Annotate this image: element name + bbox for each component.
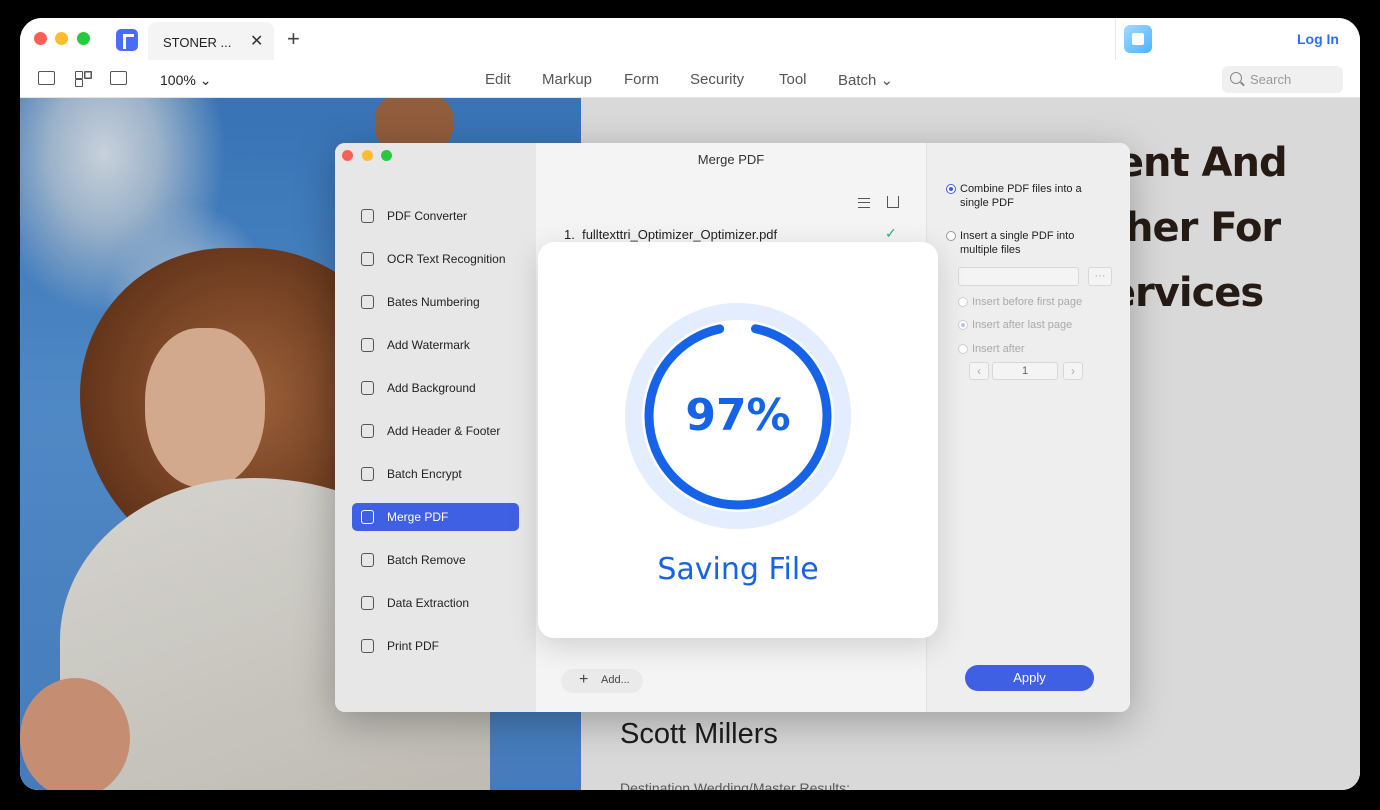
- saving-status: Saving File: [657, 552, 819, 587]
- check-icon: ✓: [885, 225, 897, 241]
- export-icon: [361, 596, 374, 610]
- combine-radio[interactable]: [946, 184, 956, 194]
- toolbar: 100% ⌄ Edit Markup Form Security Tool Ba…: [20, 60, 1360, 98]
- thumbnails-icon[interactable]: [75, 71, 92, 87]
- app-window: STONER ... ✕ + Log In 100% ⌄ Edit Markup…: [20, 18, 1360, 790]
- app-logo-icon: [116, 29, 138, 51]
- insert-before-first-label: Insert before first page: [972, 296, 1083, 308]
- insert-before-first-radio[interactable]: [958, 297, 968, 307]
- header-footer-icon: [361, 424, 374, 438]
- maximize-window-button[interactable]: [77, 32, 90, 45]
- dialog-title: Merge PDF: [697, 152, 765, 167]
- document-tab[interactable]: STONER ... ✕: [148, 22, 274, 60]
- sidebar-item-pdf-converter[interactable]: PDF Converter: [352, 202, 519, 230]
- sidebar-item-print-pdf[interactable]: Print PDF: [352, 632, 519, 660]
- menu-tool[interactable]: Tool: [779, 71, 807, 88]
- sidebar-item-label: Bates Numbering: [387, 295, 480, 309]
- sidebar-item-bates-numbering[interactable]: Bates Numbering: [352, 288, 519, 316]
- bates-icon: [361, 295, 374, 309]
- plus-icon: +: [579, 671, 589, 688]
- file-name: fulltexttri_Optimizer_Optimizer.pdf: [582, 227, 778, 242]
- target-file-field[interactable]: [958, 267, 1079, 286]
- chevron-down-icon: ⌄: [199, 72, 212, 88]
- insert-after-radio[interactable]: [958, 344, 968, 354]
- dialog-close-button[interactable]: [342, 150, 353, 161]
- sidebar-item-label: Add Background: [387, 381, 476, 395]
- menu-edit[interactable]: Edit: [485, 71, 511, 88]
- list-view-icon[interactable]: [858, 198, 870, 208]
- saving-progress-modal: 97% Saving File: [538, 242, 938, 638]
- progress-percent: 97%: [685, 390, 791, 441]
- watermark-icon: [361, 338, 374, 352]
- insert-after-last-label: Insert after last page: [972, 319, 1073, 331]
- page-number-input[interactable]: 1: [992, 362, 1058, 380]
- close-window-button[interactable]: [34, 32, 47, 45]
- menu-markup[interactable]: Markup: [542, 71, 592, 88]
- tab-title: STONER ...: [163, 35, 232, 50]
- zoom-value: 100%: [160, 72, 196, 88]
- sidebar-item-label: Batch Remove: [387, 553, 466, 567]
- insert-after-label: Insert after: [972, 343, 1025, 355]
- sidebar-item-ocr[interactable]: OCR Text Recognition: [352, 245, 519, 273]
- sidebar-item-header-footer[interactable]: Add Header & Footer: [352, 417, 519, 445]
- sidebar-item-label: Add Header & Footer: [387, 424, 501, 438]
- sidebar-item-label: Data Extraction: [387, 596, 470, 610]
- sidebar-item-label: Print PDF: [387, 639, 440, 653]
- account-avatar-icon[interactable]: [1124, 25, 1152, 53]
- sidebar-item-label: Add Watermark: [387, 338, 470, 352]
- sidebar-item-add-watermark[interactable]: Add Watermark: [352, 331, 519, 359]
- sidebar-item-label: Batch Encrypt: [387, 467, 462, 481]
- search-icon: [1230, 72, 1242, 84]
- printer-icon: [361, 639, 374, 653]
- file-list-item[interactable]: 1. fulltexttri_Optimizer_Optimizer.pdf: [564, 227, 777, 242]
- sidebar-item-merge-pdf[interactable]: Merge PDF: [352, 503, 519, 531]
- search-input[interactable]: Search: [1222, 66, 1343, 93]
- sidebar-item-label: Merge PDF: [387, 510, 449, 524]
- chevron-down-icon: ⌄: [880, 72, 894, 89]
- refresh-icon: [361, 209, 374, 223]
- page-decrement-button[interactable]: ‹: [969, 362, 989, 380]
- title-bar: STONER ... ✕ + Log In: [20, 18, 1360, 60]
- sidebar-item-batch-remove[interactable]: Batch Remove: [352, 546, 519, 574]
- divider: [1115, 18, 1116, 60]
- search-placeholder: Search: [1250, 72, 1292, 87]
- apply-button[interactable]: Apply: [965, 665, 1094, 691]
- batch-sidebar: PDF Converter OCR Text Recognition Bates…: [335, 143, 536, 712]
- reading-mode-icon[interactable]: [110, 71, 127, 85]
- tab-close-icon[interactable]: ✕: [250, 31, 263, 51]
- browse-button[interactable]: ···: [1088, 267, 1112, 286]
- dialog-maximize-button[interactable]: [381, 150, 392, 161]
- merge-icon: [361, 510, 374, 524]
- add-files-button[interactable]: + Add...: [561, 669, 643, 693]
- login-link[interactable]: Log In: [1297, 31, 1339, 47]
- background-icon: [361, 381, 374, 395]
- sidebar-item-data-extraction[interactable]: Data Extraction: [352, 589, 519, 617]
- sidebar-item-label: PDF Converter: [387, 209, 468, 223]
- sidebar-item-label: OCR Text Recognition: [387, 252, 506, 266]
- trash-icon: [361, 553, 374, 567]
- insert-radio[interactable]: [946, 231, 956, 241]
- insert-option-label: Insert a single PDF into multiple files: [960, 230, 1075, 256]
- sidebar-item-batch-encrypt[interactable]: Batch Encrypt: [352, 460, 519, 488]
- insert-after-last-radio[interactable]: [958, 320, 968, 330]
- file-number: 1.: [564, 227, 575, 242]
- menu-batch[interactable]: Batch ⌄: [838, 71, 893, 89]
- lock-icon: [361, 467, 374, 481]
- zoom-dropdown[interactable]: 100% ⌄: [160, 72, 211, 89]
- minimize-window-button[interactable]: [55, 32, 68, 45]
- clear-list-icon[interactable]: [887, 196, 899, 208]
- add-files-label: Add...: [601, 674, 630, 686]
- new-tab-button[interactable]: +: [287, 28, 300, 50]
- sidebar-toggle-icon[interactable]: [38, 71, 55, 85]
- combine-option-label: Combine PDF files into a single PDF: [960, 183, 1082, 209]
- sidebar-item-add-background[interactable]: Add Background: [352, 374, 519, 402]
- dialog-minimize-button[interactable]: [362, 150, 373, 161]
- menu-form[interactable]: Form: [624, 71, 659, 88]
- page-increment-button[interactable]: ›: [1063, 362, 1083, 380]
- menu-security[interactable]: Security: [690, 71, 744, 88]
- device-frame: STONER ... ✕ + Log In 100% ⌄ Edit Markup…: [0, 0, 1380, 810]
- scan-icon: [361, 252, 374, 266]
- menu-batch-label: Batch: [838, 72, 877, 89]
